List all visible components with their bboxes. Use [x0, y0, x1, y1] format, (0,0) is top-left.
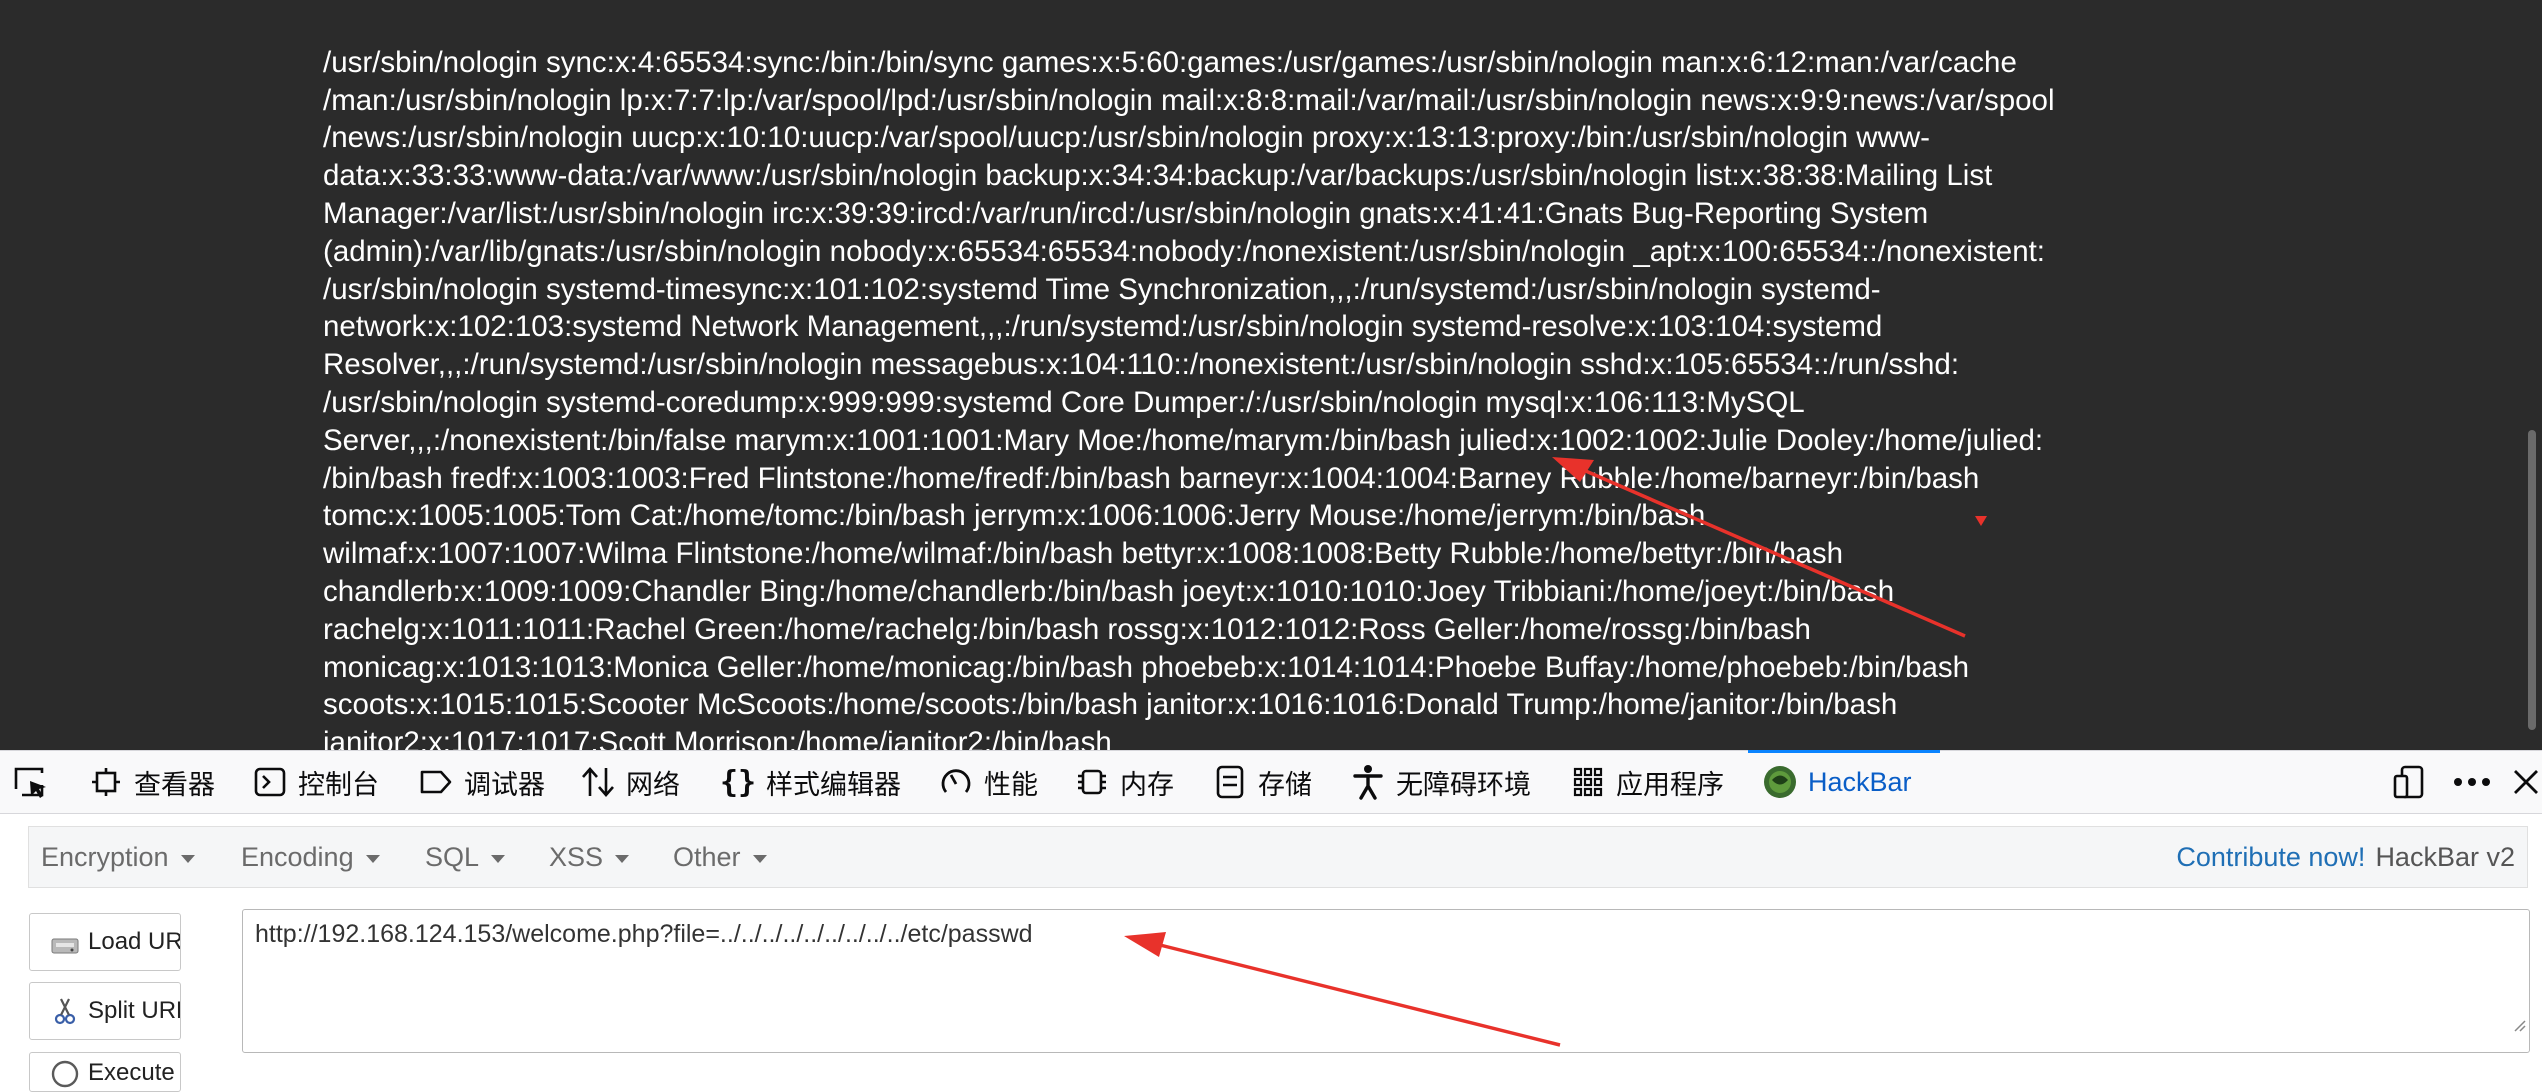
tab-debugger[interactable]: 调试器 [418, 751, 545, 813]
tab-storage[interactable]: 存储 [1212, 751, 1312, 813]
passwd-file-contents: /usr/sbin/nologin sync:x:4:65534:sync:/b… [323, 6, 2223, 750]
chevron-down-icon [365, 854, 380, 863]
passwd-line: data:x:33:33:www-data:/var/www:/usr/sbin… [323, 159, 1993, 193]
passwd-line: monicag:x:1013:1013:Monica Geller:/home/… [323, 650, 1970, 684]
network-icon [580, 764, 616, 800]
responsive-design-icon[interactable] [2392, 751, 2426, 813]
tab-label: 查看器 [134, 769, 215, 800]
hackbar-menubar: Encryption Encoding SQL XSS Other Contri… [28, 826, 2528, 888]
tab-network[interactable]: 网络 [580, 751, 680, 813]
passwd-line: /news:/usr/sbin/nologin uucp:x:10:10:uuc… [323, 121, 1931, 155]
menu-label: Other [673, 841, 741, 872]
accessibility-icon [1350, 764, 1386, 800]
hackbar-panel: Encryption Encoding SQL XSS Other Contri… [0, 814, 2542, 1092]
style-editor-icon: {} [719, 764, 757, 800]
hackbar-icon [1762, 764, 1798, 800]
passwd-line: Resolver,,,:/run/systemd:/usr/sbin/nolog… [323, 348, 1960, 382]
inspector-icon [88, 764, 124, 800]
menu-label: Encoding [241, 841, 354, 872]
chevron-down-icon [180, 854, 195, 863]
contribute-area: Contribute now! HackBar v2 [2176, 827, 2515, 887]
passwd-line: janitor2:x:1017:1017:Scott Morrison:/hom… [323, 726, 1112, 750]
tab-performance[interactable]: 性能 [938, 751, 1038, 813]
chevron-down-icon [615, 854, 630, 863]
scissors-icon [50, 996, 80, 1026]
menu-sql[interactable]: SQL [425, 827, 506, 887]
page-scrollbar-thumb[interactable] [2528, 430, 2536, 730]
tab-inspector[interactable]: 查看器 [88, 751, 215, 813]
memory-icon [1074, 764, 1110, 800]
button-label: Execute [88, 1059, 175, 1086]
tab-label: 存储 [1258, 769, 1312, 800]
version-label: HackBar v2 [2375, 841, 2515, 872]
button-label: Load URL [88, 928, 181, 955]
page-content: /usr/sbin/nologin sync:x:4:65534:sync:/b… [0, 0, 2542, 750]
tab-label: 调试器 [464, 769, 545, 800]
load-url-button[interactable]: Load URL [29, 913, 181, 971]
passwd-line: /usr/sbin/nologin systemd-timesync:x:101… [323, 272, 1881, 306]
tab-hackbar[interactable]: HackBar [1748, 750, 1939, 813]
application-icon [1570, 764, 1606, 800]
performance-icon [938, 764, 974, 800]
menu-label: Encryption [41, 841, 169, 872]
chevron-down-icon [752, 854, 767, 863]
tab-label: 网络 [626, 769, 680, 800]
tab-console[interactable]: 控制台 [252, 751, 379, 813]
menu-label: SQL [425, 841, 480, 872]
passwd-line: network:x:102:103:systemd Network Manage… [323, 310, 1883, 344]
passwd-line: scoots:x:1015:1015:Scooter McScoots:/hom… [323, 688, 1898, 722]
tab-application[interactable]: 应用程序 [1570, 751, 1724, 813]
tab-label: 应用程序 [1616, 769, 1724, 800]
menu-label: XSS [549, 841, 604, 872]
debugger-icon [418, 764, 454, 800]
passwd-line: (admin):/var/lib/gnats:/usr/sbin/nologin… [323, 234, 2045, 268]
menu-xss[interactable]: XSS [549, 827, 630, 887]
tab-label: 无障碍环境 [1396, 769, 1531, 800]
passwd-line: rachelg:x:1011:1011:Rachel Green:/home/r… [323, 612, 1811, 646]
execute-icon [50, 1059, 80, 1089]
tab-label: 样式编辑器 [766, 769, 901, 800]
passwd-line: /usr/sbin/nologin sync:x:4:65534:sync:/b… [323, 45, 2017, 79]
tab-accessibility[interactable]: 无障碍环境 [1350, 751, 1531, 813]
tab-label: 内存 [1120, 769, 1174, 800]
passwd-line: Server,,,:/nonexistent:/bin/false marym:… [323, 423, 2044, 457]
page-scrollbar[interactable] [2522, 0, 2542, 750]
tab-label: 性能 [984, 769, 1038, 800]
passwd-line: /bin/bash fredf:x:1003:1003:Fred Flintst… [323, 461, 1980, 495]
button-label: Split URL [88, 997, 181, 1024]
menu-encoding[interactable]: Encoding [241, 827, 380, 887]
chevron-down-icon [491, 854, 506, 863]
execute-button[interactable]: Execute [29, 1052, 181, 1092]
split-url-button[interactable]: Split URL [29, 982, 181, 1040]
passwd-line: Manager:/var/list:/usr/sbin/nologin irc:… [323, 196, 1929, 230]
more-options-icon[interactable] [2452, 751, 2492, 813]
menu-encryption[interactable]: Encryption [41, 827, 195, 887]
tab-style-editor[interactable]: {} 样式编辑器 [720, 751, 901, 813]
url-input[interactable] [242, 909, 2530, 1053]
close-icon[interactable] [2512, 751, 2540, 813]
resize-grip-icon[interactable] [2512, 1018, 2526, 1032]
menu-other[interactable]: Other [673, 827, 767, 887]
devtools-toolbar: 查看器 控制台 调试器 网络 {} 样式编辑器 性能 内存 存储 无障碍环境 应… [0, 750, 2542, 814]
console-icon [252, 764, 288, 800]
storage-icon [1212, 764, 1248, 800]
passwd-line: tomc:x:1005:1005:Tom Cat:/home/tomc:/bin… [323, 499, 1706, 533]
element-picker-icon[interactable] [12, 765, 52, 801]
passwd-line: wilmaf:x:1007:1007:Wilma Flintstone:/hom… [323, 537, 1844, 571]
load-url-icon [50, 927, 80, 957]
passwd-line: chandlerb:x:1009:1009:Chandler Bing:/hom… [323, 574, 1895, 608]
passwd-line: /man:/usr/sbin/nologin lp:x:7:7:lp:/var/… [323, 83, 2055, 117]
tab-memory[interactable]: 内存 [1074, 751, 1174, 813]
tab-label: HackBar [1808, 766, 1912, 797]
passwd-line: /usr/sbin/nologin systemd-coredump:x:999… [323, 385, 1805, 419]
tab-label: 控制台 [298, 769, 379, 800]
contribute-link[interactable]: Contribute now! [2176, 842, 2365, 873]
